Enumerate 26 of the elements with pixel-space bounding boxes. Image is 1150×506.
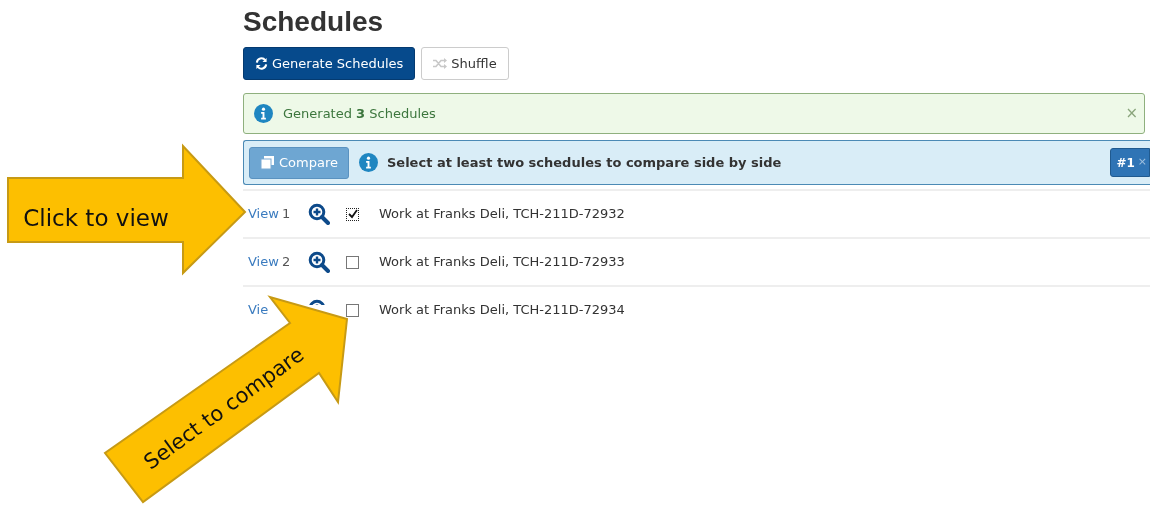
close-button[interactable]: × — [1125, 102, 1138, 125]
info-icon — [359, 153, 378, 172]
zoom-in-icon[interactable] — [308, 251, 330, 273]
callout-label: Click to view — [23, 205, 169, 231]
view-link[interactable]: Vie — [248, 300, 269, 320]
view-link[interactable]: View — [248, 204, 279, 224]
schedule-name: Work at Franks Deli, TCH-211D-72932 — [379, 205, 625, 224]
page-title: Schedules — [243, 5, 385, 39]
shuffle-icon — [433, 58, 448, 69]
schedule-number: 2 — [282, 253, 292, 272]
compare-checkbox[interactable] — [346, 303, 359, 317]
info-icon — [254, 104, 273, 123]
generate-button[interactable]: Generate Schedules — [243, 47, 416, 80]
copy-icon — [260, 155, 275, 170]
shuffle-button[interactable]: Shuffle — [421, 47, 509, 80]
schedule-name: Work at Franks Deli, TCH-211D-72933 — [379, 253, 625, 272]
schedule-name: Work at Franks Deli, TCH-211D-72934 — [379, 301, 625, 320]
tag-label: #1 — [1116, 154, 1135, 172]
view-link[interactable]: View — [248, 252, 279, 272]
compare-checkbox[interactable] — [346, 207, 359, 221]
alert-message: Generated 3 Schedules — [283, 104, 437, 123]
zoom-in-icon[interactable] — [308, 203, 330, 225]
schedule-number: 1 — [282, 205, 292, 224]
refresh-icon — [255, 57, 268, 70]
compare-hint: Select at least two schedules to compare side by side — [387, 153, 783, 172]
compare-checkbox[interactable] — [346, 255, 359, 269]
